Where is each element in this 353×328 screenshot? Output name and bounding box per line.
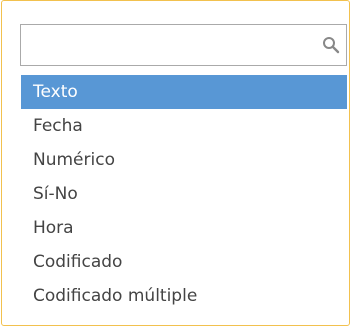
option-hora[interactable]: Hora	[21, 211, 347, 245]
option-texto[interactable]: Texto	[21, 75, 347, 109]
option-numerico[interactable]: Numérico	[21, 143, 347, 177]
option-fecha[interactable]: Fecha	[21, 109, 347, 143]
search-icon[interactable]	[322, 36, 340, 54]
select-dropdown: Texto Fecha Numérico Sí-No Hora Codifica…	[1, 0, 350, 326]
option-codificado-multiple[interactable]: Codificado múltiple	[21, 279, 347, 313]
search-input[interactable]	[21, 25, 321, 65]
search-box	[20, 24, 347, 66]
option-si-no[interactable]: Sí-No	[21, 177, 347, 211]
option-codificado[interactable]: Codificado	[21, 245, 347, 279]
options-list: Texto Fecha Numérico Sí-No Hora Codifica…	[21, 75, 347, 313]
